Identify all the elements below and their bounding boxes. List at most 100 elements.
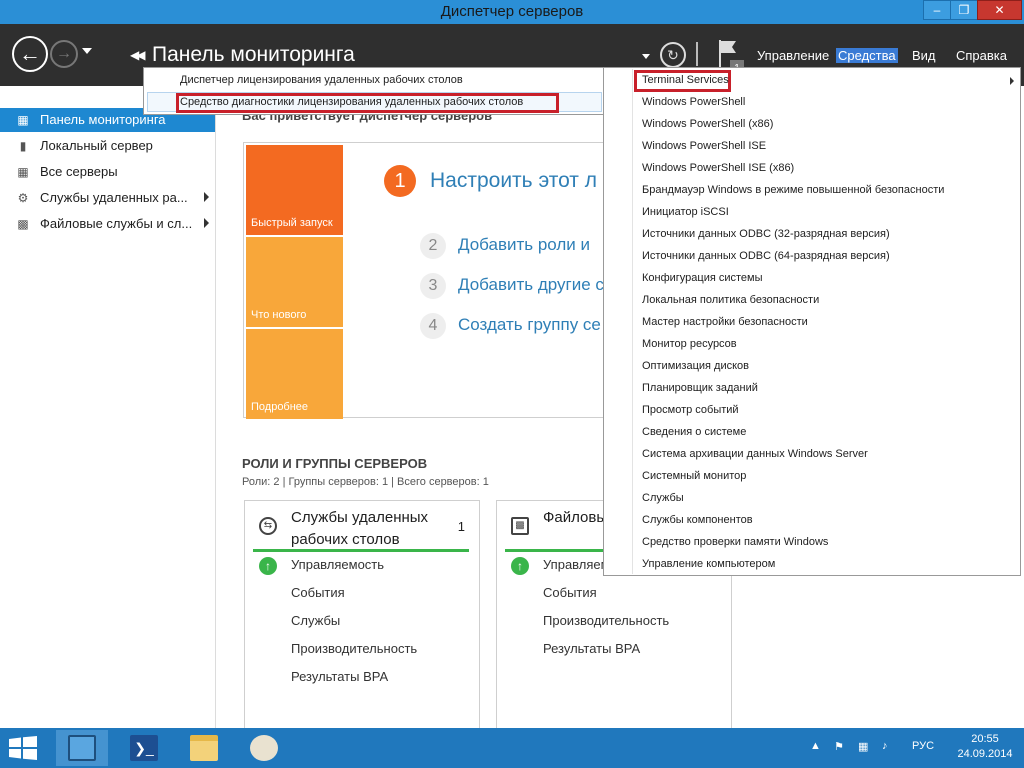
- clock-time: 20:55: [971, 733, 999, 745]
- tile-label: Подробнее: [251, 401, 309, 413]
- step-number-1: 1: [384, 165, 416, 197]
- file-services-icon: ▩: [17, 217, 29, 231]
- status-line: [253, 549, 469, 552]
- tools-menu-item[interactable]: Брандмауэр Windows в режиме повышенной б…: [642, 184, 944, 196]
- window-title: Диспетчер серверов: [440, 3, 584, 20]
- tools-menu-item[interactable]: Система архивации данных Windows Server: [642, 448, 868, 460]
- clock[interactable]: 20:55 24.09.2014: [950, 732, 1020, 762]
- close-button[interactable]: ✕: [977, 0, 1022, 20]
- step-link-create-group[interactable]: Создать группу се: [458, 315, 601, 335]
- chevron-down-icon[interactable]: [642, 54, 650, 59]
- menu-tools[interactable]: Средства: [836, 48, 898, 63]
- server-manager-icon: [68, 735, 96, 761]
- tools-menu-item[interactable]: Сведения о системе: [642, 426, 746, 438]
- nav-item-label: Все серверы: [40, 164, 118, 179]
- card-row-events[interactable]: События: [291, 585, 345, 600]
- tile-label: Что нового: [251, 309, 307, 321]
- expand-arrow-icon[interactable]: [204, 192, 209, 202]
- card-row-events[interactable]: События: [543, 585, 597, 600]
- card-row-manageability[interactable]: Управляемость: [291, 557, 384, 572]
- history-dropdown-icon[interactable]: [82, 48, 92, 54]
- dashboard-icon: ▦: [17, 113, 29, 127]
- tools-menu-item[interactable]: Terminal Services: [642, 74, 729, 86]
- tools-menu-item[interactable]: Монитор ресурсов: [642, 338, 737, 350]
- start-button-icon[interactable]: [8, 736, 38, 760]
- action-center-flag-icon[interactable]: ⚑: [834, 740, 844, 753]
- tools-menu-item[interactable]: Мастер настройки безопасности: [642, 316, 808, 328]
- status-ok-icon: ↑: [259, 557, 277, 575]
- tools-menu-item[interactable]: Службы компонентов: [642, 514, 753, 526]
- tools-menu-item[interactable]: Оптимизация дисков: [642, 360, 749, 372]
- tile-label: Быстрый запуск: [251, 217, 333, 229]
- card-title[interactable]: Службы удаленных рабочих столов: [291, 507, 461, 551]
- tools-menu-item[interactable]: Источники данных ODBC (32-разрядная верс…: [642, 228, 890, 240]
- show-hidden-icons[interactable]: ▲: [810, 740, 821, 752]
- nav-item-all-servers[interactable]: ▦ Все серверы: [0, 160, 215, 184]
- submenu-arrow-icon: [1010, 77, 1014, 85]
- card-row-bpa[interactable]: Результаты BPA: [291, 669, 388, 684]
- menu-item-rd-licensing-manager[interactable]: Диспетчер лицензирования удаленных рабоч…: [180, 74, 463, 86]
- minimize-button[interactable]: –: [923, 0, 951, 20]
- tools-menu-item[interactable]: Локальная политика безопасности: [642, 294, 819, 306]
- network-icon[interactable]: ▦: [858, 740, 868, 753]
- card-row-performance[interactable]: Производительность: [291, 641, 417, 656]
- menu-help[interactable]: Справка: [956, 48, 1007, 63]
- nav-item-label: Файловые службы и сл...: [40, 216, 193, 231]
- nav-item-label: Локальный сервер: [40, 138, 153, 153]
- tools-menu-item[interactable]: Источники данных ODBC (64-разрядная верс…: [642, 250, 890, 262]
- step-link-configure[interactable]: Настроить этот л: [430, 169, 597, 193]
- powershell-icon: ❯_: [130, 735, 158, 761]
- language-indicator[interactable]: РУС: [912, 740, 934, 752]
- taskbar: ❯_ ▲ ⚑ ▦ ♪ РУС 20:55 24.09.2014: [0, 728, 1024, 768]
- taskbar-server-manager[interactable]: [56, 730, 108, 766]
- taskbar-paint[interactable]: [238, 730, 290, 766]
- tools-menu-item[interactable]: Управление компьютером: [642, 558, 775, 570]
- step-link-add-servers[interactable]: Добавить другие с: [458, 275, 604, 295]
- menu-view[interactable]: Вид: [912, 48, 936, 63]
- tools-menu-item[interactable]: Windows PowerShell ISE: [642, 140, 766, 152]
- card-row-bpa[interactable]: Результаты BPA: [543, 641, 640, 656]
- tools-menu-item[interactable]: Системный монитор: [642, 470, 746, 482]
- nav-item-local-server[interactable]: ▮ Локальный сервер: [0, 134, 215, 158]
- step-link-add-roles[interactable]: Добавить роли и: [458, 235, 590, 255]
- tools-menu-item[interactable]: Просмотр событий: [642, 404, 739, 416]
- volume-muted-icon[interactable]: ♪: [882, 740, 888, 752]
- page-title: Панель мониторинга: [152, 43, 355, 66]
- tools-menu-item[interactable]: Средство проверки памяти Windows: [642, 536, 828, 548]
- tools-menu: Terminal Services Windows PowerShell Windo…: [603, 67, 1021, 576]
- menu-manage[interactable]: Управление: [757, 48, 829, 63]
- step-number-4: 4: [420, 313, 446, 339]
- taskbar-explorer[interactable]: [178, 730, 230, 766]
- tools-menu-item[interactable]: Инициатор iSCSI: [642, 206, 729, 218]
- step-number-3: 3: [420, 273, 446, 299]
- remote-desktop-icon: ⇆: [259, 517, 277, 535]
- card-row-services[interactable]: Службы: [291, 613, 340, 628]
- tile-whats-new[interactable]: Что нового: [246, 237, 343, 327]
- tools-menu-item[interactable]: Windows PowerShell: [642, 96, 745, 108]
- forward-button[interactable]: →: [50, 40, 78, 68]
- tools-menu-item[interactable]: Планировщик заданий: [642, 382, 758, 394]
- tile-learn-more[interactable]: Подробнее: [246, 329, 343, 419]
- breadcrumb-back-icon: ◀◀: [130, 48, 146, 62]
- expand-arrow-icon[interactable]: [204, 218, 209, 228]
- menu-gutter: [632, 69, 633, 574]
- terminal-services-submenu: Диспетчер лицензирования удаленных рабоч…: [143, 67, 604, 115]
- left-navigation: ▦ Панель мониторинга ▮ Локальный сервер …: [0, 86, 216, 728]
- taskbar-powershell[interactable]: ❯_: [118, 730, 170, 766]
- server-icon: ▮: [19, 139, 27, 153]
- tools-menu-item[interactable]: Конфигурация системы: [642, 272, 763, 284]
- tools-menu-item[interactable]: Windows PowerShell (x86): [642, 118, 773, 130]
- refresh-button[interactable]: ↻: [660, 42, 686, 68]
- clock-date: 24.09.2014: [957, 748, 1013, 760]
- tools-menu-item[interactable]: Windows PowerShell ISE (x86): [642, 162, 794, 174]
- back-button[interactable]: ←: [12, 36, 48, 72]
- header-divider: [696, 42, 698, 66]
- nav-item-file-services[interactable]: ▩ Файловые службы и сл...: [0, 212, 215, 236]
- tile-quick-start[interactable]: Быстрый запуск: [246, 145, 343, 235]
- nav-item-remote-desktop[interactable]: ⚙ Службы удаленных ра...: [0, 186, 215, 210]
- servers-icon: ▦: [17, 165, 29, 179]
- card-row-performance[interactable]: Производительность: [543, 613, 669, 628]
- maximize-button[interactable]: ❐: [950, 0, 978, 20]
- role-card-remote-desktop[interactable]: ⇆ Службы удаленных рабочих столов 1 ↑ Уп…: [244, 500, 480, 728]
- tools-menu-item[interactable]: Службы: [642, 492, 684, 504]
